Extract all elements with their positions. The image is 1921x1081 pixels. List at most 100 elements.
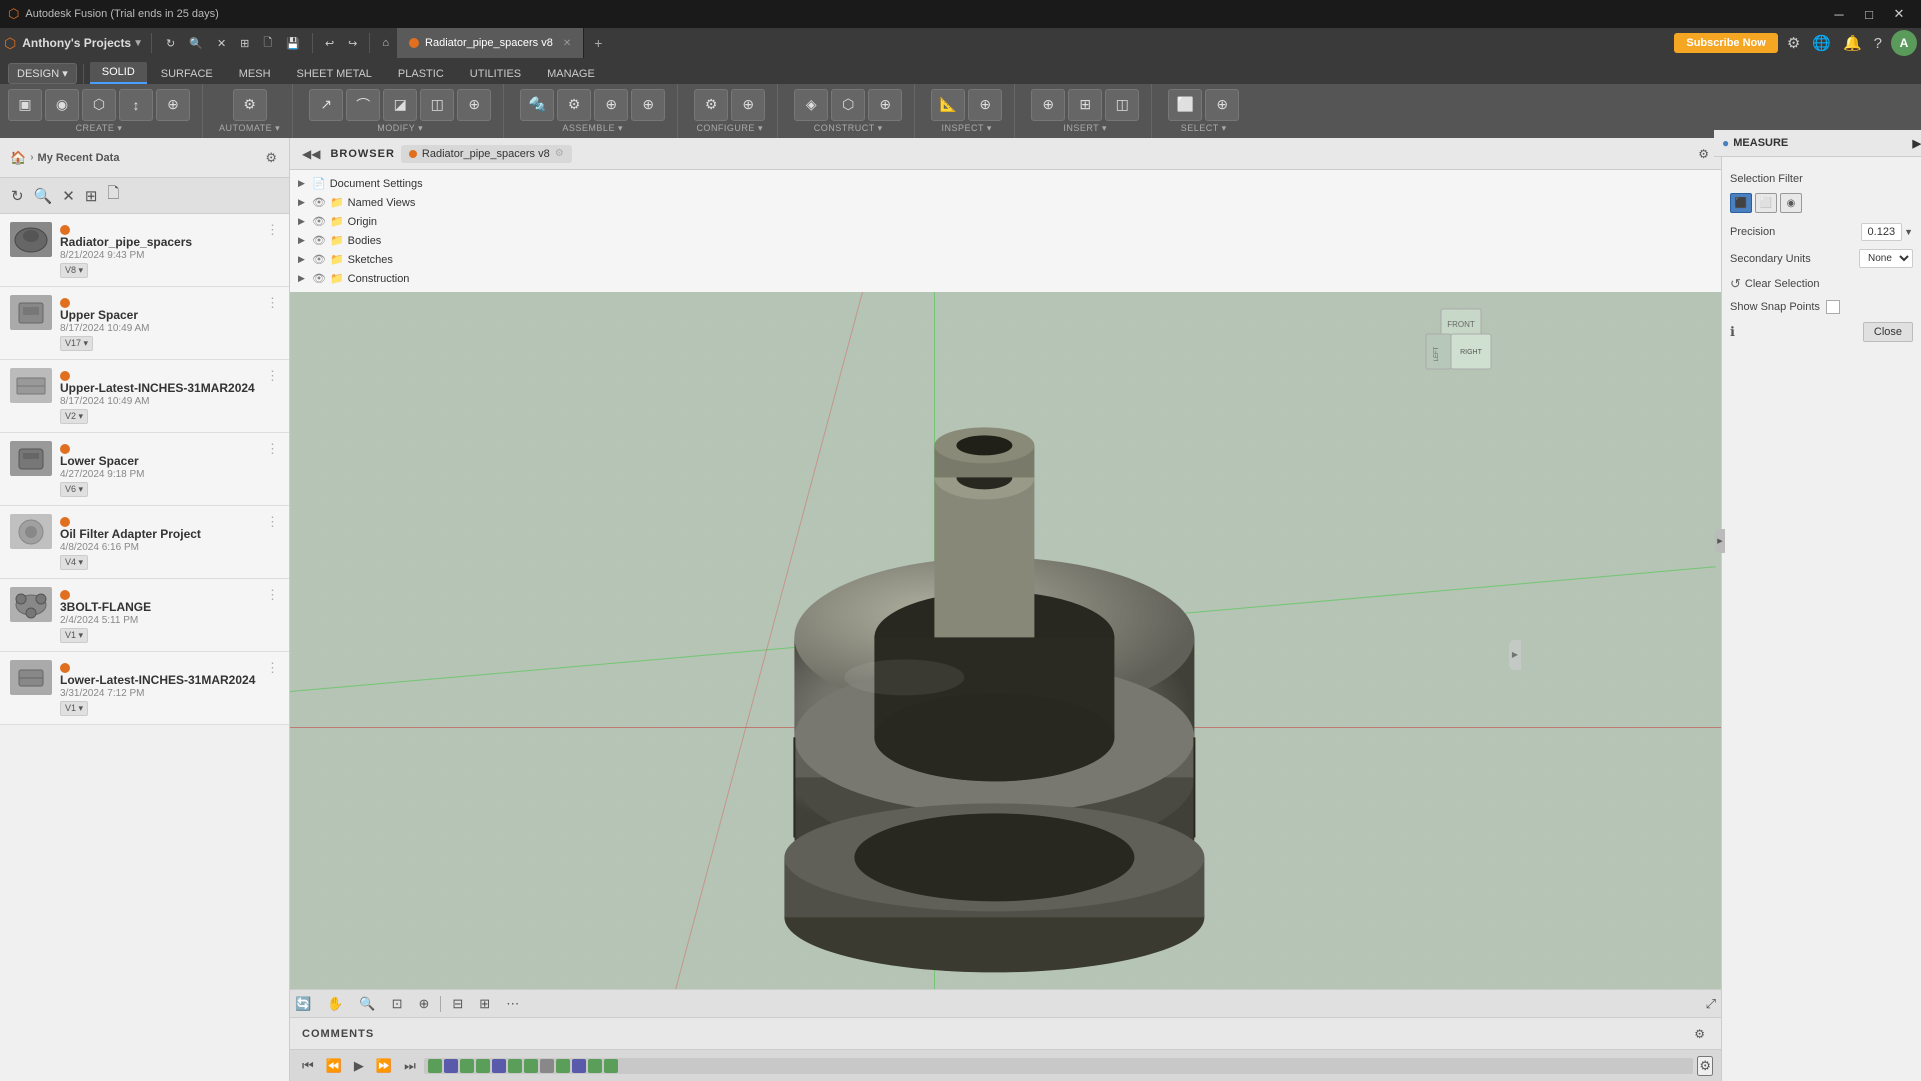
tab-surface[interactable]: SURFACE <box>149 64 225 84</box>
measure-tool[interactable]: 📐 <box>931 89 965 121</box>
more-options-icon[interactable]: ⋮ <box>266 587 279 603</box>
list-item[interactable]: Oil Filter Adapter Project 4/8/2024 6:16… <box>0 506 289 579</box>
insert-tool-1[interactable]: ⊕ <box>1031 89 1065 121</box>
tree-item-construction[interactable]: ▶ 👁 📁 Construction <box>290 269 1721 288</box>
my-recent-label[interactable]: My Recent Data <box>38 152 120 164</box>
modify-tool-4[interactable]: ◫ <box>420 89 454 121</box>
home-icon[interactable]: 🏠 <box>10 150 26 166</box>
construct-more-icon[interactable]: ⊕ <box>868 89 902 121</box>
filter-face-button[interactable]: ⬛ <box>1730 193 1752 213</box>
viewcube[interactable]: FRONT LEFT RIGHT <box>1421 304 1501 384</box>
clear-selection-row[interactable]: ↺ Clear Selection <box>1730 276 1913 292</box>
list-item[interactable]: Lower Spacer 4/27/2024 9:18 PM V6 ▾ ⋮ <box>0 433 289 506</box>
browser-settings-button[interactable]: ⚙ <box>1694 145 1713 163</box>
expand-button[interactable]: ⤢ <box>1701 993 1721 1015</box>
minimize-button[interactable]: ─ <box>1825 3 1853 25</box>
timeline-prev-button[interactable]: ⏪ <box>322 1056 346 1076</box>
tab-manage[interactable]: MANAGE <box>535 64 607 84</box>
close-search-button[interactable]: ✕ <box>211 35 232 52</box>
assemble-tool-3[interactable]: ⊕ <box>594 89 628 121</box>
assemble-tool-2[interactable]: ⚙ <box>557 89 591 121</box>
assemble-more-icon[interactable]: ⊕ <box>631 89 665 121</box>
timeline-track[interactable] <box>424 1058 1694 1074</box>
more-options-icon[interactable]: ⋮ <box>266 514 279 530</box>
design-dropdown[interactable]: DESIGN ▾ <box>8 63 77 84</box>
search-button[interactable]: 🔍 <box>183 35 209 52</box>
more-options-icon[interactable]: ⋮ <box>266 295 279 311</box>
create-tool-2[interactable]: ◉ <box>45 89 79 121</box>
secondary-units-dropdown[interactable]: None mm in <box>1859 249 1913 268</box>
timeline-settings-button[interactable]: ⚙ <box>1697 1056 1713 1076</box>
construct-tool-2[interactable]: ⬡ <box>831 89 865 121</box>
select-more-icon[interactable]: ⊕ <box>1205 89 1239 121</box>
tree-item-sketches[interactable]: ▶ 👁 📁 Sketches <box>290 250 1721 269</box>
show-snap-checkbox[interactable] <box>1826 300 1840 314</box>
undo-button[interactable]: ↩ <box>319 35 340 52</box>
measure-expand-icon[interactable]: ▶ <box>1913 137 1921 150</box>
add-tab-button[interactable]: + <box>584 35 612 51</box>
modify-more-icon[interactable]: ⊕ <box>457 89 491 121</box>
maximize-button[interactable]: □ <box>1855 3 1883 25</box>
inspect-more-icon[interactable]: ⊕ <box>968 89 1002 121</box>
zoom-fit-button[interactable]: ⊕ <box>413 993 434 1015</box>
create-tool-1[interactable]: ▣ <box>8 89 42 121</box>
list-item[interactable]: Lower-Latest-INCHES-31MAR2024 3/31/2024 … <box>0 652 289 725</box>
dropdown-arrow-icon[interactable]: ▼ <box>133 38 143 49</box>
filter-edge-button[interactable]: ⬜ <box>1755 193 1777 213</box>
assemble-tool-1[interactable]: 🔩 <box>520 89 554 121</box>
pan-button[interactable]: ✋ <box>322 993 348 1015</box>
projects-title[interactable]: Anthony's Projects <box>22 36 131 50</box>
construct-tool-1[interactable]: ◈ <box>794 89 828 121</box>
display-mode-button[interactable]: ⊟ <box>447 993 468 1015</box>
info-icon[interactable]: ℹ <box>1730 324 1735 340</box>
list-item[interactable]: 3BOLT-FLANGE 2/4/2024 5:11 PM V1 ▾ ⋮ <box>0 579 289 652</box>
more-options-icon[interactable]: ⋮ <box>266 441 279 457</box>
more-options-icon[interactable]: ⋮ <box>266 368 279 384</box>
save-button[interactable]: 💾 <box>280 35 306 52</box>
more-options-icon[interactable]: ⋮ <box>266 660 279 676</box>
file-button[interactable]: 🗋 <box>257 32 278 55</box>
file-new-button[interactable]: 🗋 <box>104 180 122 211</box>
filter-vertex-button[interactable]: ◉ <box>1780 193 1802 213</box>
apps-button[interactable]: ⊞ <box>234 35 255 52</box>
user-avatar[interactable]: A <box>1891 30 1917 56</box>
more-options-icon[interactable]: ⋮ <box>266 222 279 238</box>
search-panel-button[interactable]: 🔍 <box>31 184 56 208</box>
tab-close-icon[interactable]: ✕ <box>563 38 571 49</box>
tab-solid[interactable]: SOLID <box>90 62 147 84</box>
settings-icon[interactable]: ⚙ <box>1784 31 1803 55</box>
browser-collapse-button[interactable]: ◀◀ <box>298 145 324 163</box>
create-more-icon[interactable]: ⊕ <box>156 89 190 121</box>
tree-item-origin[interactable]: ▶ 👁 📁 Origin <box>290 212 1721 231</box>
configure-more-icon[interactable]: ⊕ <box>731 89 765 121</box>
panel-collapse-button[interactable]: ▶ <box>1715 529 1725 553</box>
create-tool-3[interactable]: ⬡ <box>82 89 116 121</box>
precision-dropdown-icon[interactable]: ▼ <box>1904 227 1913 237</box>
timeline-play-button[interactable]: ▶ <box>350 1056 368 1076</box>
modify-tool-1[interactable]: ↗ <box>309 89 343 121</box>
tab-utilities[interactable]: UTILITIES <box>458 64 533 84</box>
timeline-next-button[interactable]: ⏩ <box>372 1056 396 1076</box>
close-search-panel-button[interactable]: ✕ <box>59 184 78 208</box>
insert-tool-2[interactable]: ⊞ <box>1068 89 1102 121</box>
grid-view-button[interactable]: ⊞ <box>82 184 101 208</box>
create-tool-4[interactable]: ↕ <box>119 89 153 121</box>
fit-button[interactable]: ⊡ <box>387 993 408 1015</box>
grid-button[interactable]: ⊞ <box>474 993 495 1015</box>
redo-button[interactable]: ↪ <box>342 35 363 52</box>
subscribe-button[interactable]: Subscribe Now <box>1674 33 1777 53</box>
list-item[interactable]: Radiator_pipe_spacers 8/21/2024 9:43 PM … <box>0 214 289 287</box>
list-item[interactable]: Upper-Latest-INCHES-31MAR2024 8/17/2024 … <box>0 360 289 433</box>
timeline-play-back-button[interactable]: ⏮ <box>298 1056 318 1076</box>
bell-icon[interactable]: 🔔 <box>1840 31 1865 55</box>
list-item[interactable]: Upper Spacer 8/17/2024 10:49 AM V17 ▾ ⋮ <box>0 287 289 360</box>
help-icon[interactable]: ? <box>1871 32 1885 55</box>
right-panel-collapse-button[interactable]: ▶ <box>1509 640 1521 670</box>
automate-tool-1[interactable]: ⚙ <box>233 89 267 121</box>
configure-tool-1[interactable]: ⚙ <box>694 89 728 121</box>
select-tool-1[interactable]: ⬜ <box>1168 89 1202 121</box>
settings-gear-button[interactable]: ⚙ <box>263 148 279 168</box>
zoom-button[interactable]: 🔍 <box>354 993 380 1015</box>
settings-vp-button[interactable]: ⋯ <box>501 993 524 1015</box>
timeline-play-end-button[interactable]: ⏭ <box>400 1056 420 1076</box>
